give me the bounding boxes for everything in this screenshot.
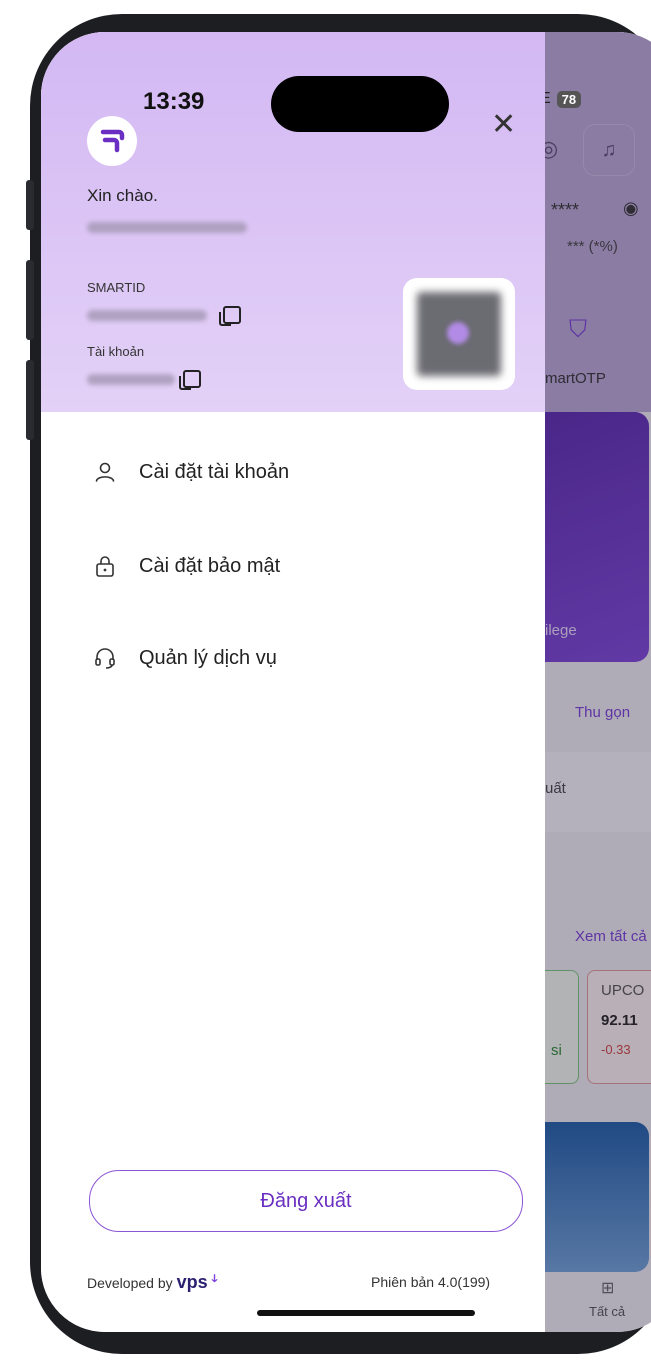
volume-down-button [26, 360, 34, 440]
copy-smartid-icon[interactable] [219, 306, 241, 326]
vps-brand: vps [176, 1272, 208, 1292]
account-value-redacted [87, 374, 175, 385]
dynamic-island [271, 76, 449, 132]
menu-item-security-settings[interactable]: Cài đặt bảo mật [93, 554, 280, 578]
user-name-redacted [87, 222, 247, 233]
developed-by-text: Developed by [87, 1275, 173, 1291]
screen: ◎ ♫ **** ◉ *** (*%) ⛉ martOTP ilege Thu … [41, 32, 651, 1332]
menu-item-label: Cài đặt bảo mật [139, 554, 281, 577]
lock-icon [96, 556, 114, 577]
qr-code[interactable] [403, 278, 515, 390]
status-time: 13:39 [143, 88, 205, 115]
account-label: Tài khoản [87, 344, 145, 359]
menu-item-account-settings[interactable]: Cài đặt tài khoản [93, 460, 289, 484]
dim-overlay[interactable] [545, 32, 651, 1332]
menu-item-service-management[interactable]: Quản lý dịch vụ [93, 646, 277, 670]
battery-icon: 78 [556, 90, 582, 108]
smartid-value-redacted [87, 310, 207, 321]
qr-center-logo [447, 322, 469, 344]
menu-item-label: Cài đặt tài khoản [139, 460, 290, 483]
home-indicator[interactable] [257, 1310, 475, 1316]
copy-account-icon[interactable] [179, 370, 201, 390]
app-version: Phiên bản 4.0(199) [371, 1274, 491, 1290]
vps-logo-icon: ↆ [211, 1273, 218, 1285]
smartid-label: SMARTID [87, 280, 146, 295]
volume-up-button [26, 260, 34, 340]
user-icon [95, 462, 115, 482]
app-logo [87, 116, 137, 166]
side-drawer: 13:39 ✕ Xin chào. SMARTID Tài khoản Cài … [41, 32, 545, 1332]
logo-mark-icon [100, 129, 125, 153]
developer-credit: Developed by vps ↆ [87, 1272, 217, 1293]
close-icon[interactable]: ✕ [491, 110, 516, 140]
menu-item-label: Quản lý dịch vụ [139, 646, 277, 669]
drawer-header: 13:39 ✕ Xin chào. SMARTID Tài khoản [41, 32, 545, 412]
logout-button[interactable]: Đăng xuất [89, 1170, 523, 1232]
action-button [26, 180, 34, 230]
greeting-text: Xin chào. [87, 186, 158, 205]
headset-icon [95, 648, 115, 669]
